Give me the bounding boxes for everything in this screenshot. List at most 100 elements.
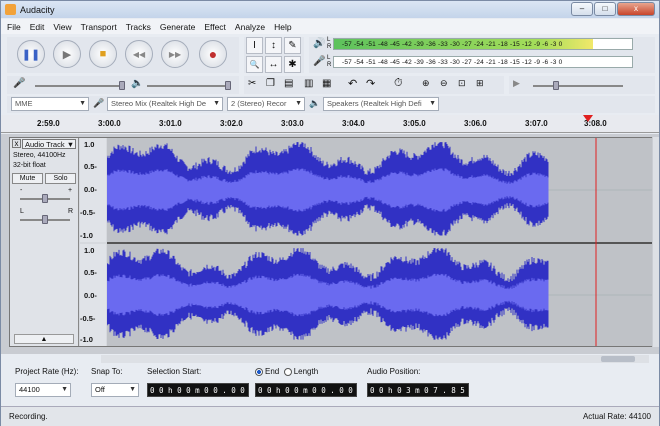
record-button[interactable]: ● [199,40,227,68]
menu-transport[interactable]: Transport [81,22,117,32]
audio-position-label: Audio Position: [367,367,421,376]
menu-view[interactable]: View [53,22,71,32]
timeline-ruler[interactable]: 2:59.0 3:00.0 3:01.0 3:02.0 3:03.0 3:04.… [1,115,659,133]
timeshift-tool-icon[interactable]: ↔ [265,56,282,73]
selection-end-field[interactable]: 0 0 h 0 0 m 0 0 . 0 0 0 s [255,383,357,397]
ruler-tick: 3:04.0 [342,119,365,128]
snap-to-select[interactable]: Off ▼ [91,383,139,397]
play-at-speed-icon[interactable]: ▶ [513,78,520,89]
play-speed-slider[interactable] [533,85,623,87]
track-panel: x Audio Track ▼ Stereo, 44100Hz 32-bit f… [1,134,659,354]
ruler-tick: 3:07.0 [525,119,548,128]
copy-icon[interactable]: ❐ [266,78,275,89]
scale-label: -1.0 [80,335,93,344]
horizontal-scrollbar-thumb[interactable] [601,356,635,362]
audio-host-value: MME [15,99,33,108]
minimize-button[interactable]: – [571,2,593,16]
end-label: End [265,367,280,376]
length-radio[interactable] [283,367,292,376]
menu-tracks[interactable]: Tracks [126,22,151,32]
pause-button[interactable]: ❚❚ [17,40,45,68]
track-name-menu[interactable]: Audio Track ▼ [22,139,76,149]
play-speed-thumb[interactable] [553,81,559,90]
output-device-select[interactable]: Speakers (Realtek High Defi ▼ [323,97,439,111]
input-device-select[interactable]: Stereo Mix (Realtek High De ▼ [107,97,223,111]
fit-selection-icon[interactable]: ⊡ [458,78,466,89]
redo-icon[interactable]: ↷ [366,77,375,90]
solo-button[interactable]: Solo [45,173,76,184]
length-label: Length [293,367,319,376]
output-volume-thumb[interactable] [225,81,231,90]
scale-label: 0.5- [84,268,97,277]
zoom-in-icon[interactable]: ⊕ [422,78,430,89]
track-name: Audio Track [25,140,65,149]
skip-end-button[interactable]: ▶▶ [161,40,189,68]
mixer-toolbar: 🎤 🔈 [7,76,239,94]
track-collapse-button[interactable]: ▲ [14,334,74,344]
sync-lock-icon[interactable]: ⏱ [394,77,403,90]
close-button[interactable]: x [617,2,655,16]
track-format-info: Stereo, 44100Hz [13,152,66,159]
horizontal-scrollbar[interactable] [101,355,649,363]
end-radio-group: End Length [255,367,318,376]
menu-effect[interactable]: Effect [204,22,226,32]
maximize-button[interactable]: □ [594,2,616,16]
silence-icon[interactable]: ▦ [322,78,331,89]
ruler-tick: 3:05.0 [403,119,426,128]
waveform-display[interactable] [107,138,652,346]
menu-generate[interactable]: Generate [160,22,195,32]
menu-analyze[interactable]: Analyze [235,22,265,32]
end-radio[interactable] [255,367,263,376]
device-toolbar: MME ▼ 🎤 Stereo Mix (Realtek High De ▼ 2 (S… [7,96,655,113]
playback-meter-icon[interactable]: 🔊 [313,38,325,49]
project-rate-select[interactable]: 44100 ▼ [15,383,71,397]
tools-toolbar: I ↕ ✎ 🔍 ↔ ✱ [244,37,304,73]
input-volume-slider[interactable] [35,85,125,87]
selection-tool-icon[interactable]: I [246,37,263,54]
title-bar: Audacity – □ x [1,1,659,18]
output-volume-slider[interactable] [147,85,231,87]
menu-edit[interactable]: Edit [30,22,45,32]
menu-help[interactable]: Help [274,22,291,32]
selection-start-field[interactable]: 0 0 h 0 0 m 0 0 . 0 0 0 s [147,383,249,397]
gain-slider-thumb[interactable] [42,194,48,203]
trim-icon[interactable]: ▥ [304,78,313,89]
zoom-out-icon[interactable]: ⊖ [440,78,448,89]
ruler-tick: 3:01.0 [159,119,182,128]
mute-button[interactable]: Mute [12,173,43,184]
input-volume-thumb[interactable] [119,81,125,90]
input-device-value: Stereo Mix (Realtek High De [111,99,207,108]
audacity-app-icon [5,4,16,15]
status-bar: Recording. Actual Rate: 44100 [1,406,659,426]
track-close-button[interactable]: x [12,139,21,148]
ruler-tick: 3:03.0 [281,119,304,128]
pan-slider-thumb[interactable] [42,215,48,224]
skip-start-button[interactable]: ◀◀ [125,40,153,68]
playback-level-meter[interactable]: -57 -54 -51 -48 -45 -42 -39 -36 -33 -30 … [333,38,633,50]
audio-position-field[interactable]: 0 0 h 0 3 m 0 7 . 8 5 0 s [367,383,469,397]
snap-to-value: Off [95,385,105,394]
fit-project-icon[interactable]: ⊞ [476,78,484,89]
cut-icon[interactable]: ✂ [248,78,256,89]
draw-tool-icon[interactable]: ✎ [284,37,301,54]
zoom-tool-icon[interactable]: 🔍 [246,56,263,73]
scale-label: 0.0- [84,185,97,194]
record-meter-icon[interactable]: 🎤 [313,56,325,67]
stop-button[interactable]: ■ [89,40,117,68]
menu-file[interactable]: File [7,22,21,32]
paste-icon[interactable]: ▤ [284,78,293,89]
audio-track: x Audio Track ▼ Stereo, 44100Hz 32-bit f… [9,137,652,347]
audio-host-select[interactable]: MME ▼ [11,97,89,111]
scale-label: 0.5- [84,162,97,171]
track-bitdepth-info: 32-bit float [13,162,46,169]
multi-tool-icon[interactable]: ✱ [284,56,301,73]
selection-start-label: Selection Start: [147,367,202,376]
playhead-marker-icon[interactable] [583,115,593,122]
scale-label: 1.0 [84,140,95,149]
vertical-scrollbar[interactable] [653,137,659,347]
record-level-meter[interactable]: -57 -54 -51 -48 -45 -42 -39 -36 -33 -30 … [333,56,633,68]
play-button[interactable]: ▶ [53,40,81,68]
input-channels-select[interactable]: 2 (Stereo) Recor ▼ [227,97,305,111]
undo-icon[interactable]: ↶ [348,77,357,90]
envelope-tool-icon[interactable]: ↕ [265,37,282,54]
